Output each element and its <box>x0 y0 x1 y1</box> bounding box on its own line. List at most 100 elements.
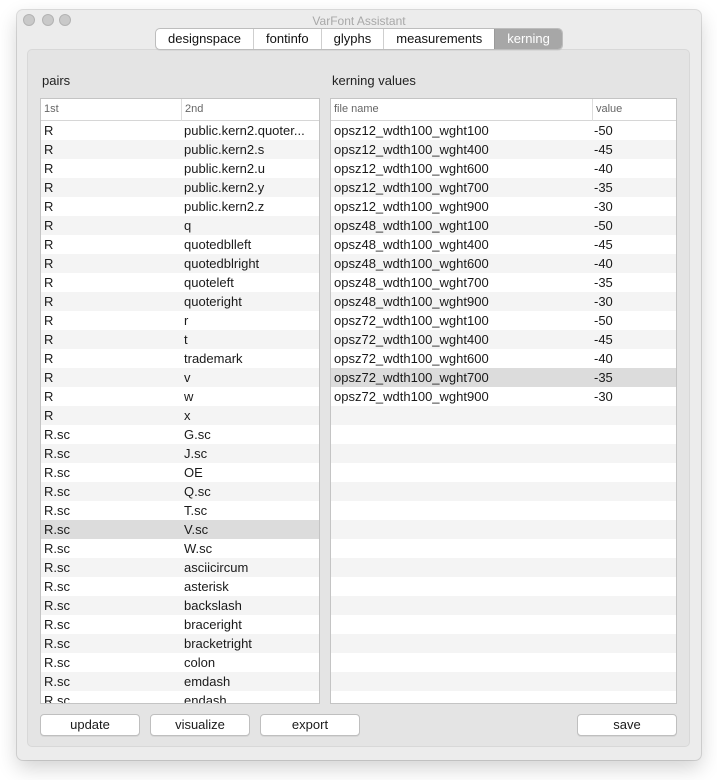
tab-fontinfo[interactable]: fontinfo <box>253 29 321 49</box>
column-header-2nd[interactable]: 2nd <box>181 99 319 121</box>
table-cell-second: emdash <box>184 674 231 689</box>
table-cell-first: R <box>44 370 54 385</box>
table-row[interactable]: Rtrademark <box>41 349 319 368</box>
table-cell-first: opsz72_wdth100_wght400 <box>334 332 489 347</box>
table-row[interactable]: opsz12_wdth100_wght400 -45 <box>331 140 676 159</box>
table-row[interactable]: opsz12_wdth100_wght100 -50 <box>331 121 676 140</box>
table-cell-second: q <box>184 218 192 233</box>
table-row[interactable]: opsz72_wdth100_wght900 -30 <box>331 387 676 406</box>
table-row[interactable] <box>331 596 676 615</box>
table-row[interactable] <box>331 406 676 425</box>
table-cell-first: R <box>44 408 54 423</box>
table-cell-first: opsz72_wdth100_wght900 <box>334 389 489 404</box>
table-row[interactable]: Rquoteright <box>41 292 319 311</box>
table-row[interactable] <box>331 615 676 634</box>
table-row[interactable]: Rquotedblleft <box>41 235 319 254</box>
table-cell-first: R <box>44 256 54 271</box>
table-row[interactable]: opsz72_wdth100_wght700 -35 <box>331 368 676 387</box>
export-button[interactable]: export <box>260 714 360 736</box>
visualize-button[interactable]: visualize <box>150 714 250 736</box>
table-cell-first: R.sc <box>44 522 70 537</box>
kerning-values-table[interactable]: file name value opsz12_wdth100_wght100 -5… <box>330 98 677 704</box>
table-cell-first: R.sc <box>44 427 70 442</box>
table-cell-first: R.sc <box>44 560 70 575</box>
table-row[interactable]: Rx <box>41 406 319 425</box>
kerning-table-body: opsz12_wdth100_wght100 -50 opsz12_wdth100_… <box>331 121 676 703</box>
table-row[interactable]: R.sc T.sc <box>41 501 319 520</box>
table-row[interactable]: Rw <box>41 387 319 406</box>
column-header-value[interactable]: value <box>592 99 676 121</box>
table-row[interactable]: R.sc W.sc <box>41 539 319 558</box>
table-row[interactable] <box>331 577 676 596</box>
pairs-table[interactable]: 1st 2nd Rpublic.kern2.quoter... Rpublic.k… <box>40 98 320 704</box>
table-row[interactable]: Rr <box>41 311 319 330</box>
table-row[interactable]: R.sc emdash <box>41 672 319 691</box>
table-cell-first: opsz48_wdth100_wght700 <box>334 275 489 290</box>
table-cell-first: R.sc <box>44 636 70 651</box>
table-row[interactable]: Rpublic.kern2.y <box>41 178 319 197</box>
table-row[interactable]: Rquotedblright <box>41 254 319 273</box>
table-row[interactable]: opsz72_wdth100_wght400 -45 <box>331 330 676 349</box>
tab-kerning[interactable]: kerning <box>494 29 562 49</box>
table-row[interactable]: opsz48_wdth100_wght100 -50 <box>331 216 676 235</box>
table-cell-second: public.kern2.s <box>184 142 265 157</box>
table-row[interactable] <box>331 672 676 691</box>
table-row[interactable]: Rpublic.kern2.quoter... <box>41 121 319 140</box>
table-cell-first: opsz72_wdth100_wght600 <box>334 351 489 366</box>
table-row[interactable]: R.sc asciicircum <box>41 558 319 577</box>
table-row[interactable]: Rpublic.kern2.s <box>41 140 319 159</box>
table-row[interactable] <box>331 425 676 444</box>
table-row[interactable] <box>331 444 676 463</box>
table-row[interactable]: R.sc bracketright <box>41 634 319 653</box>
table-row[interactable] <box>331 539 676 558</box>
table-row[interactable] <box>331 520 676 539</box>
save-button[interactable]: save <box>577 714 677 736</box>
column-header-file-name[interactable]: file name <box>331 99 592 121</box>
table-cell-second: colon <box>184 655 216 670</box>
table-row[interactable]: opsz48_wdth100_wght600 -40 <box>331 254 676 273</box>
tab-designspace[interactable]: designspace <box>156 29 253 49</box>
table-row[interactable] <box>331 482 676 501</box>
table-row[interactable]: opsz48_wdth100_wght900 -30 <box>331 292 676 311</box>
table-row[interactable]: R.sc J.sc <box>41 444 319 463</box>
table-row[interactable]: opsz12_wdth100_wght700 -35 <box>331 178 676 197</box>
table-row[interactable]: opsz72_wdth100_wght600 -40 <box>331 349 676 368</box>
table-row[interactable]: Rpublic.kern2.z <box>41 197 319 216</box>
table-cell-first: R.sc <box>44 579 70 594</box>
table-cell-first: R <box>44 294 54 309</box>
table-cell-second: t <box>184 332 188 347</box>
table-row[interactable]: opsz48_wdth100_wght700 -35 <box>331 273 676 292</box>
table-row[interactable]: R.sc Q.sc <box>41 482 319 501</box>
update-button[interactable]: update <box>40 714 140 736</box>
table-cell-first: R.sc <box>44 484 70 499</box>
table-row[interactable]: R.sc colon <box>41 653 319 672</box>
table-row[interactable] <box>331 634 676 653</box>
table-row[interactable]: opsz72_wdth100_wght100 -50 <box>331 311 676 330</box>
table-row[interactable]: R.sc OE <box>41 463 319 482</box>
table-row[interactable]: R.sc endash <box>41 691 319 703</box>
table-row[interactable]: R.sc backslash <box>41 596 319 615</box>
table-row[interactable] <box>331 463 676 482</box>
table-row[interactable]: Rt <box>41 330 319 349</box>
table-row[interactable] <box>331 691 676 703</box>
table-row[interactable]: Rquoteleft <box>41 273 319 292</box>
table-row[interactable] <box>331 558 676 577</box>
table-row[interactable]: R.sc G.sc <box>41 425 319 444</box>
table-row[interactable]: R.sc V.sc <box>41 520 319 539</box>
table-row[interactable]: opsz12_wdth100_wght900 -30 <box>331 197 676 216</box>
table-row[interactable]: R.sc asterisk <box>41 577 319 596</box>
table-row[interactable]: Rpublic.kern2.u <box>41 159 319 178</box>
table-row[interactable] <box>331 653 676 672</box>
table-row[interactable]: Rv <box>41 368 319 387</box>
table-cell-first: R.sc <box>44 465 70 480</box>
column-header-1st[interactable]: 1st <box>41 99 181 121</box>
table-row[interactable]: opsz12_wdth100_wght600 -40 <box>331 159 676 178</box>
table-row[interactable]: opsz48_wdth100_wght400 -45 <box>331 235 676 254</box>
table-cell-first: R <box>44 161 54 176</box>
tab-measurements[interactable]: measurements <box>383 29 494 49</box>
tab-glyphs[interactable]: glyphs <box>320 29 384 49</box>
table-row[interactable]: R.sc braceright <box>41 615 319 634</box>
table-row[interactable]: Rq <box>41 216 319 235</box>
table-row[interactable] <box>331 501 676 520</box>
table-cell-first: R <box>44 142 54 157</box>
